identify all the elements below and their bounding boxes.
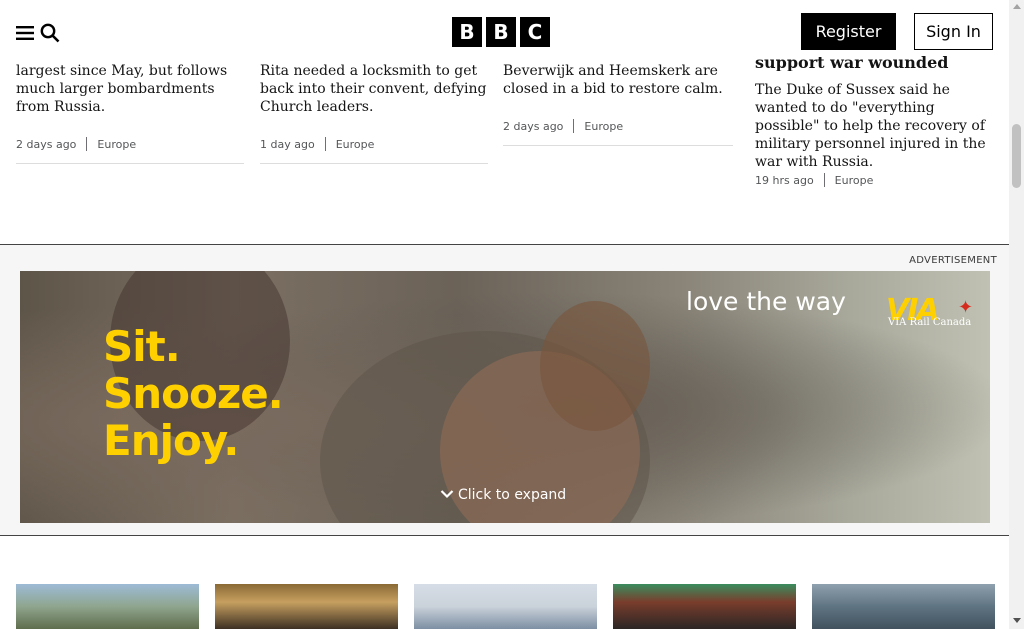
ad-tagline: Snooze. [103,369,284,418]
card-divider [16,163,244,164]
ad-photo-figure [540,301,650,431]
chevron-down-icon [440,487,454,503]
ad-tagline: Enjoy. [103,416,239,465]
story-summary[interactable]: largest since May, but follows much larg… [16,62,244,116]
ad-brand-subtitle: VIA Rail Canada [888,317,972,328]
story-section: Europe [834,173,874,187]
logo-letter: C [520,17,550,47]
story-headline[interactable]: support war wounded [755,53,995,71]
meta-divider [823,173,825,187]
ad-expand-button[interactable]: Click to expand [440,487,566,503]
story-thumbnail[interactable] [16,584,199,629]
meta-divider [573,119,575,133]
card-divider [260,163,488,164]
story-card[interactable]: Beverwijk and Heemskerk are closed in a … [503,62,733,146]
scroll-up-icon[interactable] [1013,4,1021,9]
bbc-logo[interactable]: B B C [452,17,550,47]
story-summary[interactable]: Rita needed a locksmith to get back into… [260,62,488,116]
scrollbar-thumb[interactable] [1012,124,1021,188]
story-card[interactable]: Rita needed a locksmith to get back into… [260,62,488,164]
search-icon[interactable] [40,23,60,43]
logo-letter: B [452,17,482,47]
story-section: Europe [335,137,375,151]
story-thumbnail-row [16,584,995,629]
ad-taglines: Sit. Snooze. Enjoy. [103,322,284,465]
ad-expand-label: Click to expand [458,487,567,503]
register-button[interactable]: Register [801,13,896,50]
meta-divider [324,137,326,151]
story-meta: 19 hrs ago Europe [755,173,873,187]
story-meta: 1 day ago Europe [260,137,374,151]
story-timestamp[interactable]: 1 day ago [260,138,315,151]
story-meta: 2 days ago Europe [503,119,623,133]
story-card[interactable]: largest since May, but follows much larg… [16,62,244,164]
story-section: Europe [584,119,624,133]
story-summary: The Duke of Sussex said he wanted to do … [755,82,986,170]
story-summary[interactable]: Beverwijk and Heemskerk are closed in a … [503,62,733,98]
ad-banner[interactable]: Sit. Snooze. Enjoy. love the way VIA ✦ V… [20,271,990,523]
menu-icon[interactable] [16,25,34,41]
story-thumbnail[interactable] [414,584,597,629]
ad-divider [0,535,1009,536]
story-thumbnail[interactable] [812,584,995,629]
story-card[interactable]: support war wounded The Duke of Sussex s… [755,53,995,187]
card-divider [503,145,733,146]
page-scrollbar[interactable] [1009,0,1024,629]
ad-tagline: Sit. [103,322,181,371]
logo-letter: B [486,17,516,47]
scroll-down-icon[interactable] [1013,618,1021,623]
story-timestamp[interactable]: 2 days ago [503,120,563,133]
ad-slogan: love the way [686,287,846,316]
header-left-controls [16,20,64,46]
story-thumbnail[interactable] [613,584,796,629]
story-section: Europe [97,137,137,151]
sign-in-button[interactable]: Sign In [914,13,993,50]
story-timestamp[interactable]: 2 days ago [16,138,76,151]
maple-leaf-icon: ✦ [958,297,973,318]
ad-label: ADVERTISEMENT [909,255,997,266]
meta-divider [86,137,88,151]
story-thumbnail[interactable] [215,584,398,629]
story-meta: 2 days ago Europe [16,137,136,151]
story-timestamp: 19 hrs ago [755,173,814,187]
